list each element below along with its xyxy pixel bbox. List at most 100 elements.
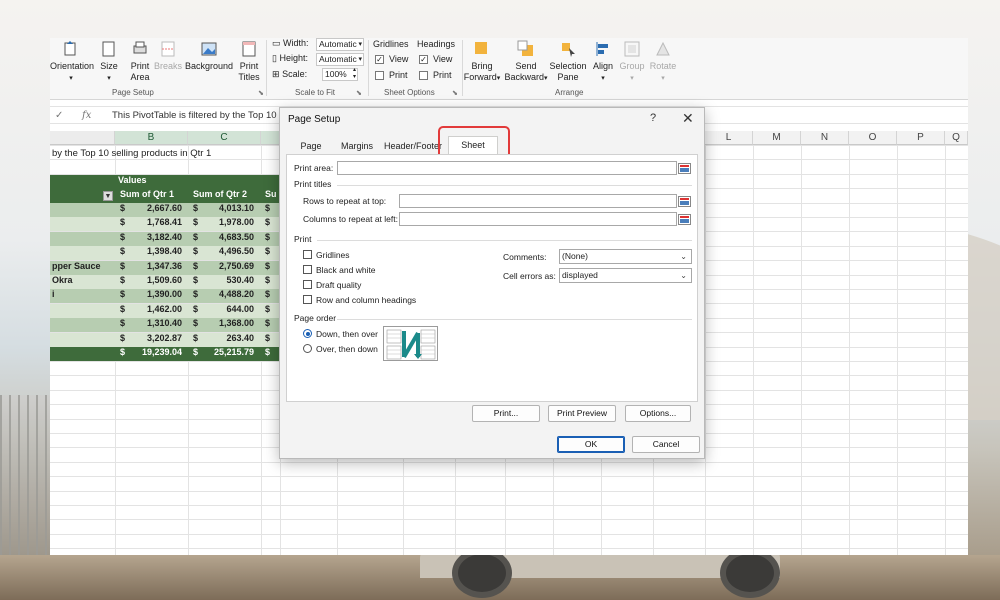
scale-spinner[interactable]: 100% ▴ ▾ — [322, 67, 358, 81]
height-dropdown[interactable]: Automatic ▾ — [316, 53, 364, 66]
group-button[interactable]: Group ▾ — [618, 40, 646, 84]
pivot-title-cell[interactable]: by the Top 10 selling products in Qtr 1 — [52, 148, 211, 159]
print-area-collapse-icon[interactable] — [678, 163, 691, 174]
print-titles-button[interactable]: Print Titles — [235, 40, 263, 83]
gridlines-view-checkbox[interactable]: ✓ — [375, 55, 384, 64]
pivot-cell: $ — [120, 289, 126, 300]
send-backward-button[interactable]: Send Backward▾ — [504, 40, 548, 84]
column-header-c[interactable]: C — [188, 131, 261, 145]
rotate-button[interactable]: Rotate ▾ — [648, 40, 678, 84]
size-icon — [102, 41, 115, 57]
sheet-tab-panel: Print area: Print titles Rows to repeat … — [286, 154, 698, 402]
bring-forward-button[interactable]: Bring Forward▾ — [462, 40, 502, 84]
pivot-values-header-row[interactable]: Values — [50, 175, 280, 189]
columns-to-repeat-collapse-icon[interactable] — [678, 214, 691, 225]
help-icon[interactable]: ? — [650, 112, 656, 124]
pivot-table-row[interactable]: $1,462.00 $644.00 $ — [50, 303, 280, 318]
background-wheel — [452, 548, 512, 598]
gridlines-print-checkbox[interactable] — [375, 71, 384, 80]
column-header-m[interactable]: M — [753, 131, 801, 145]
width-dropdown[interactable]: Automatic ▾ — [316, 38, 364, 51]
background-button[interactable]: Background — [184, 40, 234, 72]
print-preview-button[interactable]: Print Preview — [548, 405, 616, 422]
pivot-cell: 1,368.00 — [218, 318, 254, 329]
pivot-cell: 1,347.36 — [146, 260, 182, 271]
pivot-cell: $ — [265, 318, 271, 329]
pivot-cell: $ — [193, 289, 199, 300]
down-then-over-radio[interactable] — [303, 329, 312, 338]
pivot-table-row[interactable]: $1,310.40 $1,368.00 $ — [50, 318, 280, 333]
sheet-options-launcher-icon[interactable]: ⬊ — [452, 89, 458, 97]
pivot-cell: $ — [193, 318, 199, 329]
selection-pane-button[interactable]: Selection Pane — [548, 40, 588, 83]
comments-select[interactable]: (None) ⌄ — [559, 249, 692, 264]
pivot-column-header-row[interactable]: ▼ Sum of Qtr 1 Sum of Qtr 2 Su — [50, 189, 280, 203]
size-button[interactable]: Size ▾ — [97, 40, 121, 84]
over-then-down-radio[interactable] — [303, 344, 312, 353]
columns-to-repeat-input[interactable] — [399, 212, 677, 226]
pivot-cell: 2,667.60 — [146, 203, 182, 213]
ok-button[interactable]: OK — [557, 436, 625, 453]
headings-print-checkbox[interactable] — [419, 71, 428, 80]
rows-to-repeat-collapse-icon[interactable] — [678, 196, 691, 207]
tab-margins[interactable]: Margins — [336, 138, 378, 154]
pivot-table-row[interactable]: $2,667.60 $4,013.10 $ — [50, 203, 280, 217]
column-header-p[interactable]: P — [897, 131, 945, 145]
headings-view-checkbox[interactable]: ✓ — [419, 55, 428, 64]
filter-icon[interactable]: ▼ — [103, 191, 113, 201]
formula-input[interactable]: This PivotTable is filtered by the Top 1… — [112, 110, 277, 121]
section-divider — [337, 185, 692, 186]
column-header-o[interactable]: O — [849, 131, 897, 145]
close-icon[interactable]: ✕ — [682, 110, 694, 127]
function-icon[interactable]: fx — [82, 110, 91, 121]
gridlines-print-label: Print — [389, 70, 408, 80]
print-area-button[interactable]: Print Area — [125, 40, 155, 83]
height-label-row: ▯ Height: — [272, 53, 308, 63]
breaks-button[interactable]: Breaks — [154, 40, 182, 72]
width-icon: ▭ — [272, 38, 281, 48]
pivot-cell: 1,462.00 — [146, 303, 182, 314]
align-button[interactable]: Align ▾ — [590, 40, 616, 84]
pivot-table-row[interactable]: $3,202.87 $263.40 $ — [50, 332, 280, 347]
cell-errors-select[interactable]: displayed ⌄ — [559, 268, 692, 283]
tab-header-footer[interactable]: Header/Footer — [384, 138, 442, 154]
pivot-table-row[interactable]: Okra $1,509.60 $530.40 $ — [50, 275, 280, 289]
black-and-white-checkbox[interactable] — [303, 265, 312, 274]
confirm-icon[interactable]: ✓ — [55, 110, 63, 121]
pivot-table-row[interactable]: $1,398.40 $4,496.50 $ — [50, 246, 280, 261]
pivot-cell: $ — [265, 289, 271, 300]
pivot-table-row[interactable]: $3,182.40 $4,683.50 $ — [50, 231, 280, 246]
column-header-b[interactable]: B — [115, 131, 188, 145]
print-area-input[interactable] — [337, 161, 677, 175]
selection-pane-icon — [562, 43, 575, 57]
pivot-cell: 263.40 — [226, 332, 254, 343]
pivot-cell: 4,683.50 — [218, 231, 254, 242]
pivot-grand-total-row[interactable]: $ 19,239.04 $ 25,215.79 $ — [50, 347, 280, 361]
headings-print-label: Print — [433, 70, 452, 80]
pivot-cell: 3,202.87 — [146, 332, 182, 343]
gridlines-checkbox[interactable] — [303, 250, 312, 259]
orientation-button[interactable]: Orientation ▾ — [50, 40, 94, 84]
column-header-n[interactable]: N — [801, 131, 849, 145]
rows-to-repeat-label: Rows to repeat at top: — [303, 196, 387, 206]
row-column-headings-checkbox[interactable] — [303, 295, 312, 304]
cancel-button[interactable]: Cancel — [632, 436, 700, 453]
page-setup-launcher-icon[interactable]: ⬊ — [258, 89, 264, 97]
grid-column-line — [705, 145, 706, 555]
column-header-l[interactable]: L — [705, 131, 753, 145]
pivot-table-row[interactable]: pper Sauce $1,347.36 $2,750.69 $ — [50, 260, 280, 275]
scale-to-fit-launcher-icon[interactable]: ⬊ — [356, 89, 362, 97]
print-button[interactable]: Print... — [472, 405, 540, 422]
pivot-cell: $ — [265, 231, 271, 242]
options-button[interactable]: Options... — [625, 405, 691, 422]
rows-to-repeat-input[interactable] — [399, 194, 677, 208]
pivot-table-row[interactable]: i $1,390.00 $4,488.20 $ — [50, 289, 280, 304]
pivot-cell: $ — [193, 275, 199, 285]
gridlines-heading: Gridlines — [373, 39, 409, 49]
column-header-d[interactable] — [261, 131, 280, 145]
column-header-q[interactable]: Q — [945, 131, 968, 145]
draft-quality-checkbox[interactable] — [303, 280, 312, 289]
pivot-table-row[interactable]: $1,768.41 $1,978.00 $ — [50, 217, 280, 232]
tab-page[interactable]: Page — [294, 138, 328, 154]
rotate-icon — [656, 41, 670, 56]
